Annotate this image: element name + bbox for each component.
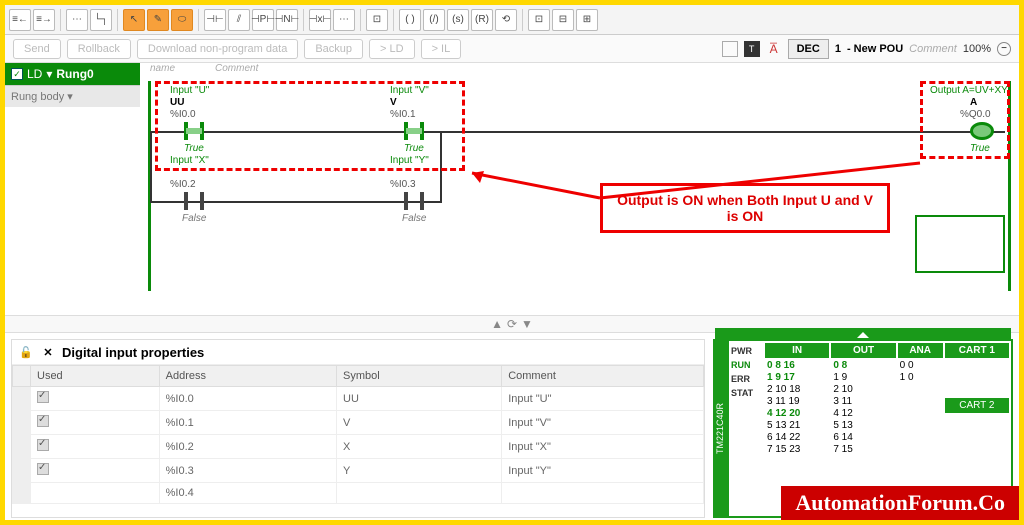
comment-placeholder[interactable]: Comment: [909, 43, 957, 55]
rung-body-toggle[interactable]: Rung body ▾: [5, 85, 140, 107]
annotation-box-inputs: [155, 81, 465, 171]
annotation-arrow: [460, 163, 930, 223]
rung-type: LD: [27, 67, 42, 81]
tool-contact-p[interactable]: ⊣P⊢: [252, 9, 274, 31]
selection-box: [915, 215, 1005, 273]
sim-collapse[interactable]: [715, 328, 1011, 341]
chevron-down-icon: ▾: [46, 67, 52, 81]
col-used[interactable]: Used: [31, 366, 160, 387]
zoom-out-button[interactable]: −: [997, 42, 1011, 56]
wire: [150, 131, 152, 203]
properties-panel: 🔓 ✕ Digital input properties Used Addres…: [11, 339, 705, 518]
table-row[interactable]: %I0.3YInput "Y": [13, 459, 704, 483]
close-icon[interactable]: ✕: [40, 344, 56, 360]
contact-state: False: [182, 213, 206, 224]
rung-check-icon: ✓: [11, 68, 23, 80]
tool-btn[interactable]: ⋯: [66, 9, 88, 31]
ladder-canvas[interactable]: name Comment Input "U" UU %I0.0 True Inp…: [140, 63, 1019, 315]
table-row[interactable]: %I0.4: [13, 483, 704, 504]
tool-misc[interactable]: ⊟: [552, 9, 574, 31]
tool-misc[interactable]: ⊞: [576, 9, 598, 31]
tool-btn[interactable]: ≡→: [33, 9, 55, 31]
ladder-editor: ✓ LD ▾ Rung0 Rung body ▾ name Comment In…: [5, 63, 1019, 315]
chevron-down-icon: ▼: [521, 317, 533, 331]
annotation-box-output: [920, 81, 1010, 159]
table-row[interactable]: %I0.0UUInput "U": [13, 387, 704, 411]
ld-button[interactable]: > LD: [369, 39, 415, 59]
table-row[interactable]: %I0.1VInput "V": [13, 411, 704, 435]
properties-table[interactable]: Used Address Symbol Comment %I0.0UUInput…: [12, 365, 704, 517]
rung-header[interactable]: ✓ LD ▾ Rung0: [5, 63, 140, 85]
lock-icon[interactable]: 🔓: [18, 344, 34, 360]
contact-addr: %I0.2: [170, 179, 196, 190]
tool-contact-nc[interactable]: ⫽: [228, 9, 250, 31]
col-name: name: [150, 63, 175, 81]
contact-state: False: [402, 213, 426, 224]
tool-coil-set[interactable]: (s): [447, 9, 469, 31]
tool-contact-x[interactable]: ⊣x⊢: [309, 9, 331, 31]
col-address[interactable]: Address: [159, 366, 336, 387]
backup-button[interactable]: Backup: [304, 39, 363, 59]
properties-header: 🔓 ✕ Digital input properties: [12, 340, 704, 365]
view-icon[interactable]: [722, 41, 738, 57]
zoom-label: 100%: [963, 43, 991, 55]
tool-contact-n[interactable]: ⊣N⊢: [276, 9, 298, 31]
download-button[interactable]: Download non-program data: [137, 39, 298, 59]
rung-name: Rung0: [56, 67, 93, 81]
tool-coil[interactable]: ( ): [399, 9, 421, 31]
tool-coil-reset[interactable]: (R): [471, 9, 493, 31]
pou-number: 1: [835, 43, 841, 55]
rollback-button[interactable]: Rollback: [67, 39, 131, 59]
sim-model: TM221C40R: [715, 341, 729, 516]
contact-x[interactable]: [180, 189, 208, 213]
watermark: AutomationForum.Co: [781, 486, 1019, 520]
tool-erase[interactable]: ⬭: [171, 9, 193, 31]
tool-misc[interactable]: ⊡: [528, 9, 550, 31]
tool-pencil[interactable]: ✎: [147, 9, 169, 31]
font-icon[interactable]: A̅: [766, 41, 782, 57]
properties-title: Digital input properties: [62, 345, 204, 360]
tool-btn[interactable]: ≡←: [9, 9, 31, 31]
pou-name: - New POU: [847, 43, 903, 55]
text-icon[interactable]: T: [744, 41, 760, 57]
col-blank: [13, 366, 31, 387]
col-symbol[interactable]: Symbol: [337, 366, 502, 387]
il-button[interactable]: > IL: [421, 39, 462, 59]
sim-status: PWR RUN ERR STAT: [729, 341, 763, 516]
tool-block[interactable]: ⊡: [366, 9, 388, 31]
tool-contact-no[interactable]: ⊣⊢: [204, 9, 226, 31]
main-toolbar: ≡← ≡→ ⋯ └┐ ↖ ✎ ⬭ ⊣⊢ ⫽ ⊣P⊢ ⊣N⊢ ⊣x⊢ ⋯ ⊡ ( …: [5, 5, 1019, 35]
tool-more[interactable]: ⋯: [333, 9, 355, 31]
contact-y[interactable]: [400, 189, 428, 213]
refresh-icon: ⟳: [507, 317, 517, 331]
chevron-up-icon: ▲: [491, 317, 503, 331]
send-button[interactable]: Send: [13, 39, 61, 59]
tool-btn[interactable]: └┐: [90, 9, 112, 31]
tool-jump[interactable]: ⟲: [495, 9, 517, 31]
dec-button[interactable]: DEC: [788, 39, 829, 59]
col-comment: Comment: [215, 63, 258, 81]
col-comment[interactable]: Comment: [502, 366, 704, 387]
tool-cursor[interactable]: ↖: [123, 9, 145, 31]
tool-coil-neg[interactable]: (/): [423, 9, 445, 31]
secondary-toolbar: Send Rollback Download non-program data …: [5, 35, 1019, 63]
rung-gutter: ✓ LD ▾ Rung0 Rung body ▾: [5, 63, 140, 315]
contact-addr: %I0.3: [390, 179, 416, 190]
table-row[interactable]: %I0.2XInput "X": [13, 435, 704, 459]
pou-info: T A̅ DEC 1 - New POU Comment 100% −: [722, 39, 1011, 59]
chevron-down-icon: ▾: [67, 91, 73, 103]
